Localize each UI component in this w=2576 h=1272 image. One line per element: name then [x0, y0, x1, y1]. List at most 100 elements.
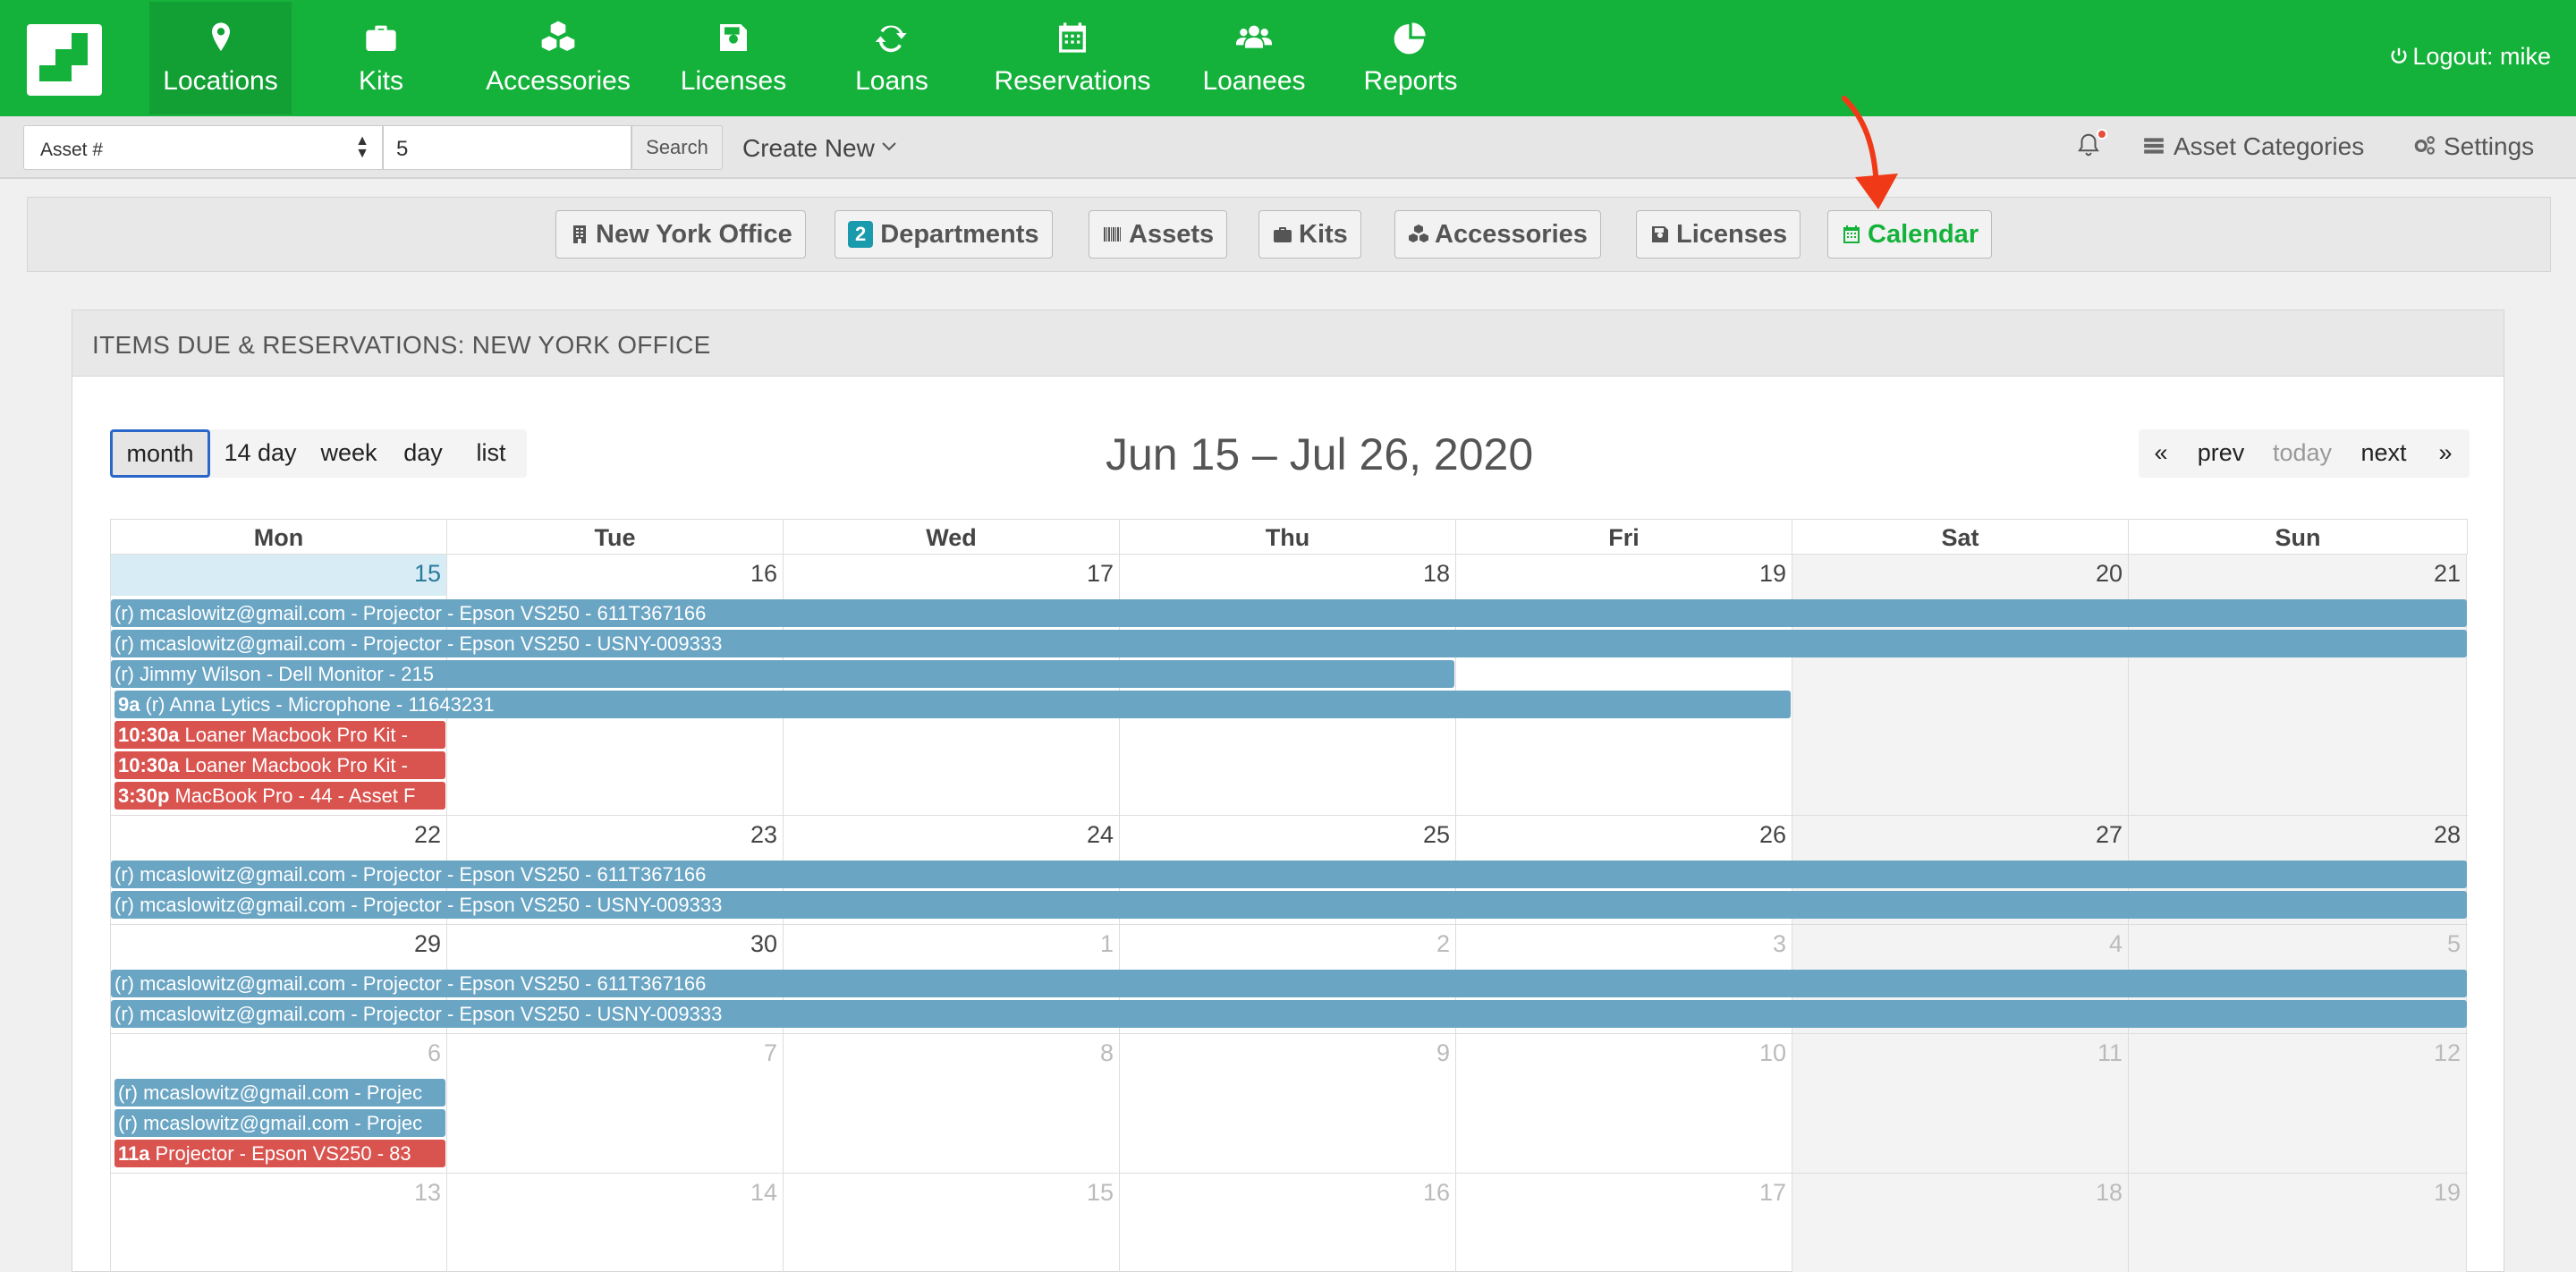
day-number: 1 [1099, 930, 1114, 957]
day-number: 8 [1099, 1039, 1114, 1066]
day-cell[interactable]: 13 [111, 1174, 447, 1272]
day-cell[interactable]: 12 [2129, 1034, 2467, 1173]
barcode-icon [1104, 227, 1121, 242]
prev-button[interactable]: prev [2183, 429, 2258, 478]
calendar-label: Calendar [1868, 220, 1979, 249]
kits-button[interactable]: Kits [1258, 210, 1361, 259]
day-cell[interactable]: 11 [1792, 1034, 2129, 1173]
day-cell[interactable]: 16 [1120, 1174, 1456, 1272]
nav-label: Loanees [1202, 66, 1306, 96]
search-button[interactable]: Search [631, 125, 723, 170]
app-logo[interactable] [27, 24, 102, 96]
search-input[interactable]: 5 [383, 125, 631, 170]
dow-mon: Mon [111, 520, 447, 555]
event-bar[interactable]: (r) mcaslowitz@gmail.com - Projec [114, 1079, 445, 1107]
create-new-dropdown[interactable]: Create New [742, 134, 898, 163]
day-number: 10 [1758, 1039, 1786, 1066]
day-number: 28 [2433, 821, 2461, 848]
search-field-select[interactable]: Asset # ▲ ▼ [23, 125, 383, 170]
view-month-button[interactable]: month [110, 429, 210, 478]
event-bar[interactable]: (r) Jimmy Wilson - Dell Monitor - 215 [111, 660, 1454, 688]
day-cell[interactable]: 18 [1792, 1174, 2129, 1272]
departments-count-badge: 2 [848, 221, 874, 248]
event-title: (r) Anna Lytics - Microphone - 11643231 [145, 693, 495, 716]
nav-reservations[interactable]: Reservations [987, 2, 1157, 114]
departments-button[interactable]: 2 Departments [835, 210, 1053, 259]
day-number: 19 [2433, 1179, 2461, 1206]
settings-label: Settings [2444, 132, 2535, 160]
day-number: 23 [750, 821, 777, 848]
users-icon [1199, 20, 1309, 64]
view-day-button[interactable]: day [389, 429, 457, 478]
day-cell[interactable]: 19 [2129, 1174, 2467, 1272]
nav-licenses[interactable]: Licenses [674, 2, 792, 114]
assets-button[interactable]: Assets [1089, 210, 1228, 259]
day-cell[interactable]: 19 [1456, 555, 1792, 815]
event-bar[interactable]: (r) mcaslowitz@gmail.com - Projector - E… [111, 970, 2467, 997]
event-bar[interactable]: (r) mcaslowitz@gmail.com - Projector - E… [111, 891, 2467, 919]
event-bar[interactable]: (r) mcaslowitz@gmail.com - Projector - E… [111, 1000, 2467, 1028]
next-button[interactable]: next [2346, 429, 2421, 478]
view-switcher: month 14 day week day list [110, 429, 527, 478]
view-week-button[interactable]: week [309, 429, 389, 478]
day-cell[interactable]: 14 [447, 1174, 784, 1272]
calendar-icon [987, 20, 1157, 64]
nav-kits[interactable]: Kits [331, 2, 431, 114]
day-cell[interactable]: 20 [1792, 555, 2129, 815]
day-cell[interactable]: 9 [1120, 1034, 1456, 1173]
nav-locations[interactable]: Locations [149, 2, 292, 114]
office-label: New York Office [596, 220, 792, 249]
view-14day-button[interactable]: 14 day [212, 429, 309, 478]
nav-label: Kits [358, 66, 403, 96]
day-number: 5 [2446, 930, 2461, 957]
event-time: 10:30a [118, 724, 180, 746]
day-cell[interactable]: 7 [447, 1034, 784, 1173]
accessories-button[interactable]: Accessories [1394, 210, 1601, 259]
nav-loanees[interactable]: Loanees [1199, 2, 1309, 114]
event-bar[interactable]: (r) mcaslowitz@gmail.com - Projector - E… [111, 861, 2467, 888]
last-button[interactable]: » [2421, 429, 2470, 478]
asset-categories-link[interactable]: Asset Categories [2141, 132, 2364, 161]
event-bar[interactable]: (r) mcaslowitz@gmail.com - Projec [114, 1109, 445, 1137]
day-number: 16 [1422, 1179, 1450, 1206]
dow-tue: Tue [447, 520, 784, 555]
day-number: 18 [1422, 560, 1450, 587]
day-cell[interactable]: 21 [2129, 555, 2467, 815]
event-bar[interactable]: 3:30p MacBook Pro - 44 - Asset F [114, 782, 445, 810]
calendar-icon [1843, 225, 1860, 243]
day-number: 4 [2108, 930, 2123, 957]
week-row: 13 14 15 16 17 18 19 [110, 1174, 2468, 1272]
day-cell[interactable]: 10 [1456, 1034, 1792, 1173]
today-button[interactable]: today [2258, 429, 2346, 478]
event-bar[interactable]: 10:30a Loaner Macbook Pro Kit - [114, 751, 445, 779]
logout-link[interactable]: Logout: mike [2389, 43, 2551, 71]
event-title: Loaner Macbook Pro Kit - [184, 754, 408, 776]
nav-loans[interactable]: Loans [844, 2, 939, 114]
event-time: 10:30a [118, 754, 180, 776]
settings-link[interactable]: Settings [2411, 132, 2534, 161]
nav-reports[interactable]: Reports [1352, 2, 1469, 114]
office-button[interactable]: New York Office [555, 210, 806, 259]
nav-accessories[interactable]: Accessories [474, 2, 642, 114]
event-bar[interactable]: 10:30a Loaner Macbook Pro Kit - [114, 721, 445, 749]
search-toolbar: Asset # ▲ ▼ 5 Search Create New Asset Cat… [0, 116, 2576, 179]
week-row: 15 16 17 18 19 20 21 (r) mcaslowitz@gmai… [110, 555, 2468, 816]
event-time: 9a [118, 693, 140, 716]
view-list-button[interactable]: list [457, 429, 525, 478]
day-number: 15 [413, 560, 441, 587]
day-number: 16 [750, 560, 777, 587]
logout-label: Logout: mike [2412, 43, 2551, 70]
day-cell[interactable]: 15 [784, 1174, 1120, 1272]
first-button[interactable]: « [2139, 429, 2183, 478]
nav-label: Reports [1363, 66, 1458, 96]
event-bar[interactable]: (r) mcaslowitz@gmail.com - Projector - E… [111, 599, 2467, 627]
calendar-nav: « prev today next » [2139, 429, 2470, 478]
calendar-button[interactable]: Calendar [1827, 210, 1993, 259]
day-cell[interactable]: 8 [784, 1034, 1120, 1173]
event-bar[interactable]: 11a Projector - Epson VS250 - 83 [114, 1140, 445, 1167]
licenses-button[interactable]: Licenses [1636, 210, 1801, 259]
event-bar[interactable]: 9a (r) Anna Lytics - Microphone - 1164323… [114, 691, 1791, 718]
event-bar[interactable]: (r) mcaslowitz@gmail.com - Projector - E… [111, 630, 2467, 657]
notifications-bell[interactable] [2075, 129, 2107, 163]
day-cell[interactable]: 17 [1456, 1174, 1792, 1272]
